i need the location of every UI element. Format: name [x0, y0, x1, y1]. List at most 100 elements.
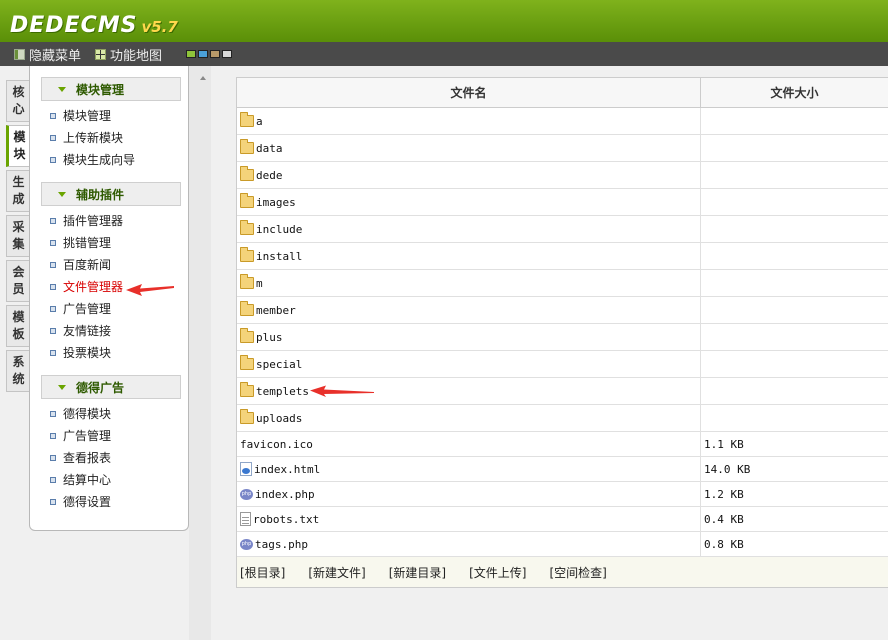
file-name-link[interactable]: dede [256, 169, 283, 182]
folder-icon [240, 112, 254, 127]
file-name-link[interactable]: member [256, 304, 296, 317]
folder-icon [240, 409, 254, 424]
sidebar-item-label: 百度新闻 [63, 258, 112, 272]
table-row: dede [237, 162, 888, 189]
file-action-link[interactable]: [新建目录] [389, 564, 446, 581]
file-name-link[interactable]: a [256, 115, 263, 128]
skin-swatch[interactable] [186, 50, 197, 58]
file-name-cell[interactable]: m [237, 270, 701, 296]
file-name-link[interactable]: robots.txt [253, 513, 319, 526]
skin-swatch[interactable] [210, 50, 221, 58]
file-name-cell[interactable]: a [237, 108, 701, 134]
folder-icon [240, 382, 254, 397]
sidebar-item-label: 挑错管理 [63, 236, 112, 250]
sidebar-item[interactable]: 插件管理器 [50, 212, 123, 229]
file-name-link[interactable]: install [256, 250, 302, 263]
vtab-5[interactable]: 模板 [6, 305, 30, 347]
sidebar-splitter[interactable] [189, 66, 211, 640]
file-name-link[interactable]: plus [256, 331, 283, 344]
table-row: m [237, 270, 888, 297]
file-name-link[interactable]: include [256, 223, 302, 236]
file-name-link[interactable]: data [256, 142, 283, 155]
function-map-button[interactable]: 功能地图 [95, 45, 162, 64]
folder-icon [240, 301, 254, 316]
file-action-link[interactable]: [文件上传] [469, 564, 526, 581]
file-name-link[interactable]: tags.php [255, 538, 308, 551]
vtab-0[interactable]: 核心 [6, 80, 30, 122]
file-name-cell[interactable]: include [237, 216, 701, 242]
file-name-cell[interactable]: php index.php [237, 482, 701, 506]
sidebar-item[interactable]: 挑错管理 [50, 234, 111, 251]
sidebar-item[interactable]: 广告管理 [50, 427, 111, 444]
file-name-cell[interactable]: templets [237, 378, 701, 404]
table-row: include [237, 216, 888, 243]
sidebar-item[interactable]: 模块生成向导 [50, 151, 135, 168]
table-row: a [237, 108, 888, 135]
sidebar-item[interactable]: 查看报表 [50, 449, 111, 466]
file-name-cell[interactable]: robots.txt [237, 507, 701, 531]
file-name-cell[interactable]: uploads [237, 405, 701, 431]
sidebar-group-header[interactable]: 辅助插件 [41, 182, 181, 206]
file-name-cell[interactable]: images [237, 189, 701, 215]
sidebar-item-label: 查看报表 [63, 451, 112, 465]
file-name-link[interactable]: index.php [255, 488, 315, 501]
bullet-icon [50, 476, 56, 483]
vtab-4[interactable]: 会员 [6, 260, 30, 302]
file-name-link[interactable]: templets [256, 385, 309, 398]
file-name-cell[interactable]: member [237, 297, 701, 323]
expand-triangle-icon [58, 86, 66, 92]
file-action-link[interactable]: [根目录] [240, 564, 285, 581]
annotation-arrow-templets [310, 385, 374, 397]
file-name-link[interactable]: m [256, 277, 263, 290]
file-size-cell [701, 216, 888, 242]
vtab-2[interactable]: 生成 [6, 170, 30, 212]
map-icon [95, 48, 107, 60]
vtab-3[interactable]: 采集 [6, 215, 30, 257]
folder-icon [240, 166, 254, 181]
file-action-link[interactable]: [空间检查] [550, 564, 607, 581]
table-row: data [237, 135, 888, 162]
sidebar-item[interactable]: 友情链接 [50, 322, 111, 339]
file-name-link[interactable]: index.html [254, 463, 320, 476]
file-name-cell[interactable]: plus [237, 324, 701, 350]
sidebar-item[interactable]: 投票模块 [50, 344, 111, 361]
vtab-6[interactable]: 系统 [6, 350, 30, 392]
table-row: index.html 14.0 KB [237, 457, 888, 482]
skin-swatch[interactable] [198, 50, 209, 58]
file-size-cell: 1.2 KB [704, 487, 744, 501]
file-name-link[interactable]: uploads [256, 412, 302, 425]
sidebar-item-label: 德得设置 [63, 495, 112, 509]
skin-swatch[interactable] [222, 50, 233, 58]
bullet-icon [50, 327, 56, 334]
vtab-1[interactable]: 模块 [6, 125, 30, 167]
bullet-icon [50, 217, 56, 224]
file-name-link[interactable]: special [256, 358, 302, 371]
sidebar-item[interactable]: 上传新模块 [50, 129, 123, 146]
file-action-link[interactable]: [新建文件] [308, 564, 365, 581]
top-header: DEDECMS v5.7 [0, 0, 888, 42]
file-name-cell[interactable]: dede [237, 162, 701, 188]
sidebar-item[interactable]: 广告管理 [50, 300, 111, 317]
sidebar-item[interactable]: 结算中心 [50, 471, 111, 488]
sidebar-item[interactable]: 德得设置 [50, 493, 111, 510]
folder-icon [240, 247, 254, 262]
sidebar-group-header[interactable]: 德得广告 [41, 375, 181, 399]
sidebar-group-header[interactable]: 模块管理 [41, 77, 181, 101]
sidebar-item[interactable]: 文件管理器 [50, 278, 123, 295]
collapse-arrow-icon[interactable] [200, 76, 206, 80]
file-name-cell[interactable]: php tags.php [237, 532, 701, 556]
file-name-cell[interactable]: special [237, 351, 701, 377]
file-name-cell[interactable]: favicon.ico [237, 432, 701, 456]
vtab-label: 模块 [13, 130, 26, 161]
sidebar-item[interactable]: 德得模块 [50, 405, 111, 422]
sidebar-item[interactable]: 模块管理 [50, 107, 111, 124]
file-name-cell[interactable]: install [237, 243, 701, 269]
sidebar-item-label: 广告管理 [63, 429, 112, 443]
file-name-cell[interactable]: index.html [237, 457, 701, 481]
file-name-link[interactable]: favicon.ico [240, 438, 313, 451]
file-name-link[interactable]: images [256, 196, 296, 209]
table-row: images [237, 189, 888, 216]
hide-menu-button[interactable]: 隐藏菜单 [14, 45, 81, 64]
sidebar-item[interactable]: 百度新闻 [50, 256, 111, 273]
file-name-cell[interactable]: data [237, 135, 701, 161]
